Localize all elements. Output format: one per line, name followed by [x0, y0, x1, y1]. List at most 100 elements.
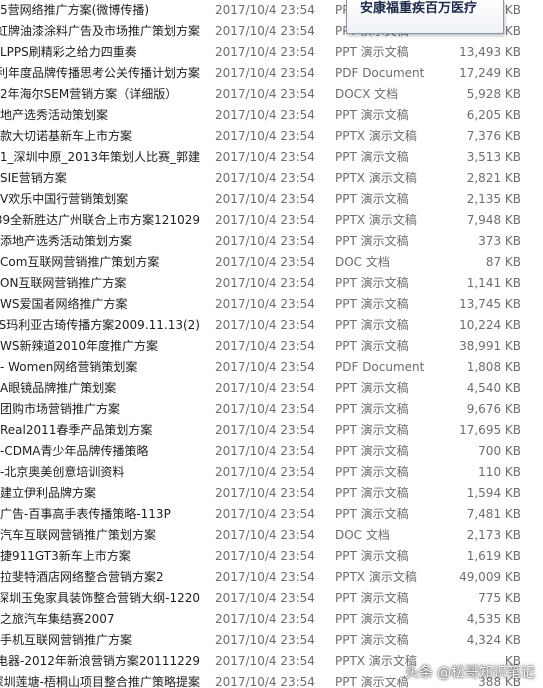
file-size: 10,224 KB [435, 315, 521, 336]
file-row[interactable]: 捷911GT3新车上市方案 2017/10/4 23:54 PPT 演示文稿 1,61… [0, 546, 543, 567]
file-date: 2017/10/4 23:54 [215, 84, 335, 105]
file-date: 2017/10/4 23:54 [215, 294, 335, 315]
file-size: 4,540 KB [435, 378, 521, 399]
file-row[interactable]: A眼镜品牌推广策划案 2017/10/4 23:54 PPT 演示文稿 4,540 K… [0, 378, 543, 399]
file-name-text: -深圳莲塘-梧桐山项目整合推广策略提案 [0, 675, 200, 688]
watermark: 头条 @松哥知识笔记 [383, 662, 535, 682]
file-row[interactable]: -CDMA青少年品牌传播策略 2017/10/4 23:54 PPT 演示文稿 700… [0, 441, 543, 462]
file-type: DOCX 文档 [335, 84, 435, 105]
file-type: PDF Document [335, 63, 435, 84]
file-size: 7,948 KB [435, 210, 521, 231]
file-type-text: PPT 演示文稿 [335, 192, 409, 206]
file-name: WS爱国者网络推广方案 [0, 294, 200, 315]
file-size: 1,619 KB [435, 546, 521, 567]
file-type: PPT 演示文稿 [335, 504, 435, 525]
file-date-text: 2017/10/4 23:54 [215, 444, 315, 458]
file-name-text: 广告-百事高手表传播策略-113P [0, 507, 171, 521]
file-type: PPT 演示文稿 [335, 147, 435, 168]
file-name: Com互联网营销推广策划方案 [0, 252, 200, 273]
file-row[interactable]: SIE营销方案 2017/10/4 23:54 PPTX 演示文稿 2,821 KB [0, 168, 543, 189]
file-row[interactable]: Com互联网营销推广策划方案 2017/10/4 23:54 DOC 文档 87 KB [0, 252, 543, 273]
file-row[interactable]: - Women网络营销策划案 2017/10/4 23:54 PDF Documen… [0, 357, 543, 378]
file-row[interactable]: 之旅汽车集结赛2007 2017/10/4 23:54 PPT 演示文稿 4,535 … [0, 609, 543, 630]
watermark-handle: @松哥知识笔记 [437, 665, 535, 681]
file-size: 13,493 KB [435, 42, 521, 63]
file-type: PPT 演示文稿 [335, 399, 435, 420]
file-row[interactable]: -深圳玉兔家具装饰整合营销大纲-1220 2017/10/4 23:54 PPT 演… [0, 588, 543, 609]
file-row[interactable]: LPPS刷精彩之给力四重奏 2017/10/4 23:54 PPT 演示文稿 13,4… [0, 42, 543, 63]
file-date: 2017/10/4 23:54 [215, 336, 335, 357]
file-date: 2017/10/4 23:54 [215, 630, 335, 651]
file-row[interactable]: 拉斐特酒店网络整合营销方案2 2017/10/4 23:54 PPTX 演示文稿 49… [0, 567, 543, 588]
file-size: 2,173 KB [435, 525, 521, 546]
file-size-text: 13,493 KB [459, 45, 521, 59]
file-date-text: 2017/10/4 23:54 [215, 297, 315, 311]
file-name: 电器-2012年新浪营销方案20111229 [0, 651, 200, 672]
file-name-text: WS玛利亚古琦传播方案2009.11.13(2) [0, 318, 200, 332]
file-row[interactable]: 汽车互联网营销推广策划方案 2017/10/4 23:54 DOC 文档 2,173 … [0, 525, 543, 546]
file-size-text: 17,695 KB [459, 423, 521, 437]
file-row[interactable]: -北京奥美创意培训资料 2017/10/4 23:54 PPT 演示文稿 110 KB [0, 462, 543, 483]
file-type: PPT 演示文稿 [335, 462, 435, 483]
file-size-text: 3,513 KB [466, 150, 521, 164]
file-size: 7,376 KB [435, 126, 521, 147]
file-type-text: DOCX 文档 [335, 87, 399, 101]
file-size: 1,594 KB [435, 483, 521, 504]
file-row[interactable]: 吉利年度品牌传播思考公关传播计划方案 2017/10/4 23:54 PDF Doc… [0, 63, 543, 84]
file-date-text: 2017/10/4 23:54 [215, 549, 315, 563]
file-size-text: 2,135 KB [466, 192, 521, 206]
file-row[interactable]: WS新辣道2010年度推广方案 2017/10/4 23:54 PPT 演示文稿 38… [0, 336, 543, 357]
file-size-text: 7,481 KB [466, 507, 521, 521]
file-size-text: 4,535 KB [466, 612, 521, 626]
file-row[interactable]: 2年海尔SEM营销方案（详细版） 2017/10/4 23:54 DOCX 文档 5,… [0, 84, 543, 105]
file-row[interactable]: V欢乐中国行营销策划案 2017/10/4 23:54 PPT 演示文稿 2,135 … [0, 189, 543, 210]
file-row[interactable]: 广告-百事高手表传播策略-113P 2017/10/4 23:54 PPT 演示文稿… [0, 504, 543, 525]
file-row[interactable]: Real2011春季产品策划方案 2017/10/4 23:54 PPT 演示文稿 1… [0, 420, 543, 441]
file-name-text: 电器-2012年新浪营销方案20111229 [0, 654, 200, 668]
file-row[interactable]: 款大切诺基新车上市方案 2017/10/4 23:54 PPTX 演示文稿 7,376… [0, 126, 543, 147]
file-type-text: PPTX 演示文稿 [335, 129, 417, 143]
file-row[interactable]: 团购市场营销推广方案 2017/10/4 23:54 PPT 演示文稿 9,676 K… [0, 399, 543, 420]
file-row[interactable]: 手机互联网营销推广方案 2017/10/4 23:54 PPT 演示文稿 4,324 … [0, 630, 543, 651]
file-size-text: 1,594 KB [466, 486, 521, 500]
file-name: 广告-百事高手表传播策略-113P [0, 504, 200, 525]
file-size-text: 373 KB [478, 234, 521, 248]
file-date: 2017/10/4 23:54 [215, 126, 335, 147]
file-row[interactable]: ON互联网营销推广方案 2017/10/4 23:54 PPT 演示文稿 1,141 … [0, 273, 543, 294]
file-size-text: 7,376 KB [466, 129, 521, 143]
file-row[interactable]: 801_深圳中原_2013年策划人比赛_郭建 2017/10/4 23:54 PPT… [0, 147, 543, 168]
file-type: PPT 演示文稿 [335, 315, 435, 336]
file-type-text: PPT 演示文稿 [335, 612, 409, 626]
file-name: 添地产选秀活动策划方案 [0, 231, 200, 252]
file-name: 之旅汽车集结赛2007 [0, 609, 200, 630]
file-name: WS玛利亚古琦传播方案2009.11.13(2) [0, 315, 200, 336]
file-date-text: 2017/10/4 23:54 [215, 213, 315, 227]
file-date-text: 2017/10/4 23:54 [215, 612, 315, 626]
file-name-text: Com互联网营销推广策划方案 [0, 255, 160, 269]
file-row[interactable]: 39全新胜达广州联合上市方案121029 2017/10/4 23:54 PPTX … [0, 210, 543, 231]
file-type-text: DOC 文档 [335, 528, 390, 542]
file-date-text: 2017/10/4 23:54 [215, 402, 315, 416]
file-row[interactable]: 添地产选秀活动策划方案 2017/10/4 23:54 PPT 演示文稿 373 KB [0, 231, 543, 252]
file-name: 801_深圳中原_2013年策划人比赛_郭建 [0, 147, 200, 168]
file-size-text: 38,991 KB [459, 339, 521, 353]
file-date-text: 2017/10/4 23:54 [215, 171, 315, 185]
file-row[interactable]: WS玛利亚古琦传播方案2009.11.13(2) 2017/10/4 23:54 P… [0, 315, 543, 336]
file-date: 2017/10/4 23:54 [215, 651, 335, 672]
file-type-text: PPT 演示文稿 [335, 45, 409, 59]
file-name-text: 之旅汽车集结赛2007 [0, 612, 115, 626]
file-type: PPTX 演示文稿 [335, 210, 435, 231]
file-row[interactable]: 建立伊利品牌方案 2017/10/4 23:54 PPT 演示文稿 1,594 KB [0, 483, 543, 504]
file-size: 2,821 KB [435, 168, 521, 189]
file-size-text: 2,821 KB [466, 171, 521, 185]
file-size: 2,135 KB [435, 189, 521, 210]
file-date: 2017/10/4 23:54 [215, 399, 335, 420]
file-type-text: PPT 演示文稿 [335, 234, 409, 248]
file-date: 2017/10/4 23:54 [215, 609, 335, 630]
file-row[interactable]: 地产选秀活动策划案 2017/10/4 23:54 PPT 演示文稿 6,205 KB [0, 105, 543, 126]
file-size: 1,808 KB [435, 357, 521, 378]
file-name: 手机互联网营销推广方案 [0, 630, 200, 651]
file-size-text: 17,249 KB [459, 66, 521, 80]
file-name: WS新辣道2010年度推广方案 [0, 336, 200, 357]
file-row[interactable]: WS爱国者网络推广方案 2017/10/4 23:54 PPT 演示文稿 13,745… [0, 294, 543, 315]
